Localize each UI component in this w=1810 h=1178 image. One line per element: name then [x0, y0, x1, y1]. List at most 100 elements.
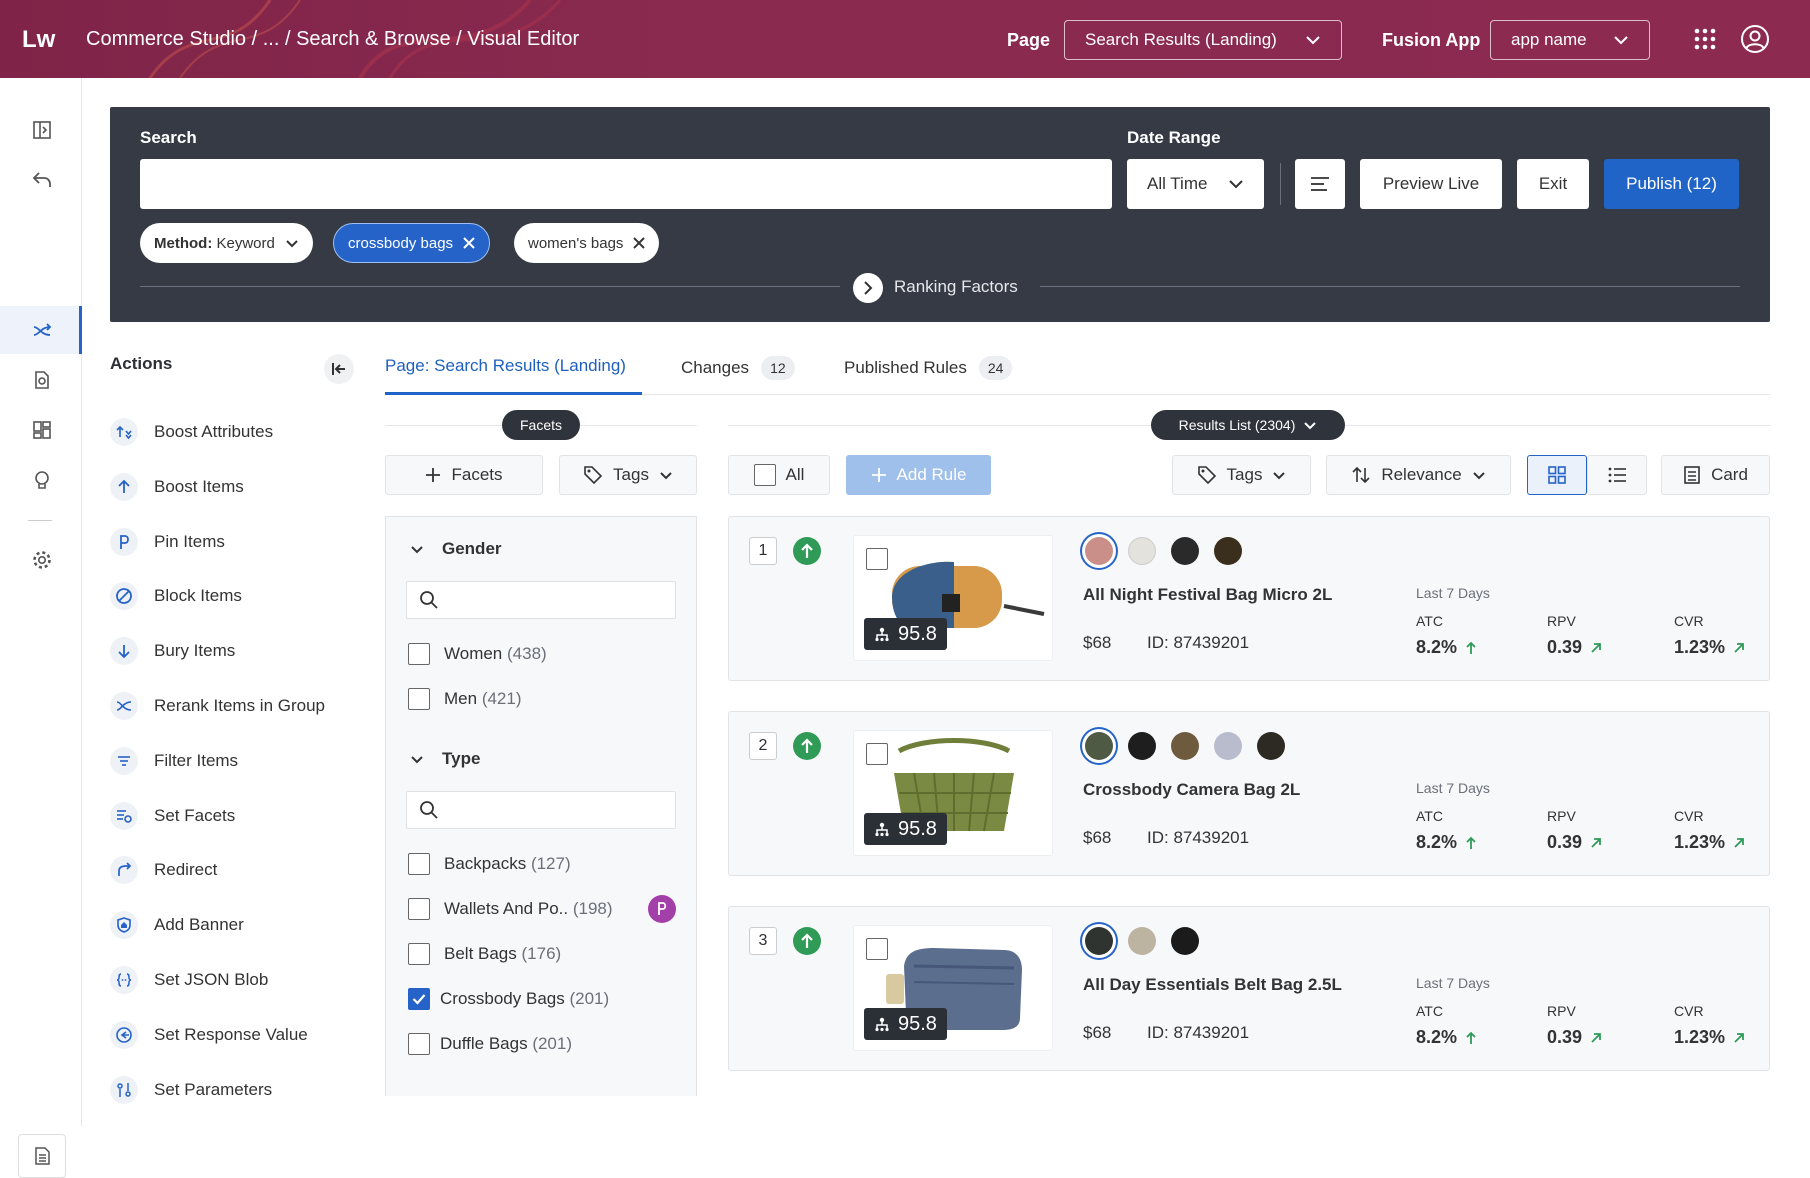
tab-page[interactable]: Page: Search Results (Landing) [385, 356, 626, 376]
user-account-icon[interactable] [1740, 24, 1770, 54]
close-icon[interactable] [633, 237, 646, 249]
result-card[interactable]: 2 95.8 Crossbody Camera Bag 2L $68 ID: 87439… [728, 711, 1770, 876]
checkbox[interactable] [408, 643, 430, 665]
checkbox-checked[interactable] [408, 988, 430, 1010]
result-card[interactable]: 1 95.8 All Night Festival Bag Micro 2L $68 I… [728, 516, 1770, 681]
action-rerank-items-in-group[interactable]: Rerank Items in Group [110, 688, 325, 724]
action-label: Pin Items [154, 531, 225, 551]
color-swatch[interactable] [1128, 537, 1156, 565]
facet-option-belt-bags[interactable]: Belt Bags (176) [408, 943, 561, 965]
ranking-factors-toggle[interactable] [853, 273, 883, 303]
trend-up-icon [1591, 837, 1601, 848]
action-set-facets[interactable]: Set Facets [110, 798, 235, 834]
gender-facet-header[interactable]: Gender [410, 539, 502, 559]
rail-notes-button[interactable] [18, 1134, 66, 1178]
add-facets-button[interactable]: Facets [385, 455, 543, 495]
color-swatch[interactable] [1214, 732, 1242, 760]
facet-option-wallets[interactable]: Wallets And Po.. (198) [408, 898, 613, 920]
rail-undo-button[interactable] [22, 160, 62, 200]
checkbox[interactable] [408, 688, 430, 710]
color-swatch[interactable] [1085, 537, 1113, 565]
ranking-factors-label[interactable]: Ranking Factors [894, 277, 1018, 297]
facet-option-crossbody-bags[interactable]: Crossbody Bags (201) [408, 988, 609, 1010]
grid-view-button[interactable] [1527, 455, 1587, 495]
action-filter-items[interactable]: Filter Items [110, 743, 238, 779]
rail-toggle-panel-button[interactable] [22, 110, 62, 150]
card-view-button[interactable]: Card [1661, 455, 1770, 495]
page-select[interactable]: Search Results (Landing) [1064, 20, 1342, 60]
filter-menu-button[interactable] [1295, 159, 1345, 209]
apps-grid-icon[interactable] [1690, 24, 1720, 54]
rail-rerank-button[interactable] [22, 310, 62, 350]
facet-option-men[interactable]: Men (421) [408, 688, 522, 710]
action-boost-items[interactable]: Boost Items [110, 469, 244, 505]
womens-bags-chip[interactable]: women's bags [514, 223, 660, 263]
gender-search-input[interactable] [406, 581, 676, 619]
tab-published-rules[interactable]: Published Rules 24 [844, 356, 1013, 380]
date-range-select[interactable]: All Time [1127, 159, 1264, 209]
action-set-parameters[interactable]: Set Parameters [110, 1072, 272, 1108]
pin-badge[interactable] [648, 895, 676, 923]
action-add-banner[interactable]: Add Banner [110, 907, 244, 943]
color-swatch[interactable] [1128, 732, 1156, 760]
action-pin-items[interactable]: Pin Items [110, 524, 225, 560]
search-input[interactable] [140, 159, 1112, 209]
rail-insights-button[interactable] [22, 460, 62, 500]
facet-option-duffle-bags[interactable]: Duffle Bags (201) [408, 1033, 572, 1055]
product-checkbox[interactable] [866, 938, 888, 960]
select-all-checkbox[interactable] [753, 464, 776, 486]
color-swatch[interactable] [1085, 732, 1113, 760]
select-all-button[interactable]: All [728, 455, 830, 495]
color-swatch[interactable] [1128, 927, 1156, 955]
action-block-items[interactable]: Block Items [110, 578, 242, 614]
product-name[interactable]: All Night Festival Bag Micro 2L [1083, 585, 1332, 605]
product-image[interactable]: 95.8 [853, 925, 1053, 1051]
result-card[interactable]: 3 95.8 All Day Essentials Belt Bag 2.5L $68… [728, 906, 1770, 1071]
facet-option-backpacks[interactable]: Backpacks (127) [408, 853, 571, 875]
action-set-response-value[interactable]: Set Response Value [110, 1017, 308, 1053]
type-search-input[interactable] [406, 791, 676, 829]
facet-option-women[interactable]: Women (438) [408, 643, 547, 665]
crossbody-bags-chip[interactable]: crossbody bags [333, 223, 491, 263]
product-name[interactable]: All Day Essentials Belt Bag 2.5L [1083, 975, 1342, 995]
action-boost-attributes[interactable]: Boost Attributes [110, 414, 273, 450]
color-swatch[interactable] [1214, 537, 1242, 565]
exit-button[interactable]: Exit [1517, 159, 1589, 209]
checkbox[interactable] [408, 1033, 430, 1055]
rail-settings-button[interactable] [22, 540, 62, 580]
action-redirect[interactable]: Redirect [110, 852, 217, 888]
facet-tags-button[interactable]: Tags [559, 455, 697, 495]
type-facet-header[interactable]: Type [410, 749, 480, 769]
sort-select[interactable]: Relevance [1326, 455, 1511, 495]
checkbox[interactable] [408, 898, 430, 920]
list-view-button[interactable] [1587, 455, 1647, 495]
results-list-pill[interactable]: Results List (2304) [1151, 410, 1345, 440]
method-chip[interactable]: Method: Keyword [140, 223, 313, 263]
rail-document-button[interactable] [22, 360, 62, 400]
close-icon[interactable] [463, 237, 475, 249]
rail-layout-button[interactable] [22, 410, 62, 450]
color-swatch[interactable] [1171, 732, 1199, 760]
checkbox[interactable] [408, 853, 430, 875]
add-rule-button[interactable]: Add Rule [846, 455, 991, 495]
publish-button[interactable]: Publish (12) [1604, 159, 1739, 209]
product-image[interactable]: 95.8 [853, 535, 1053, 661]
color-swatch[interactable] [1257, 732, 1285, 760]
result-tags-button[interactable]: Tags [1172, 455, 1311, 495]
product-checkbox[interactable] [866, 743, 888, 765]
preview-live-button[interactable]: Preview Live [1360, 159, 1502, 209]
app-logo[interactable]: Lw [22, 26, 55, 54]
checkbox[interactable] [408, 943, 430, 965]
product-name[interactable]: Crossbody Camera Bag 2L [1083, 780, 1300, 800]
color-swatch[interactable] [1171, 537, 1199, 565]
color-swatch[interactable] [1171, 927, 1199, 955]
action-set-json-blob[interactable]: Set JSON Blob [110, 962, 268, 998]
collapse-actions-button[interactable] [324, 354, 354, 384]
rank-number: 3 [749, 927, 777, 955]
tab-changes[interactable]: Changes 12 [681, 356, 795, 380]
product-checkbox[interactable] [866, 548, 888, 570]
product-image[interactable]: 95.8 [853, 730, 1053, 856]
action-bury-items[interactable]: Bury Items [110, 633, 235, 669]
app-select[interactable]: app name [1490, 20, 1650, 60]
color-swatch[interactable] [1085, 927, 1113, 955]
